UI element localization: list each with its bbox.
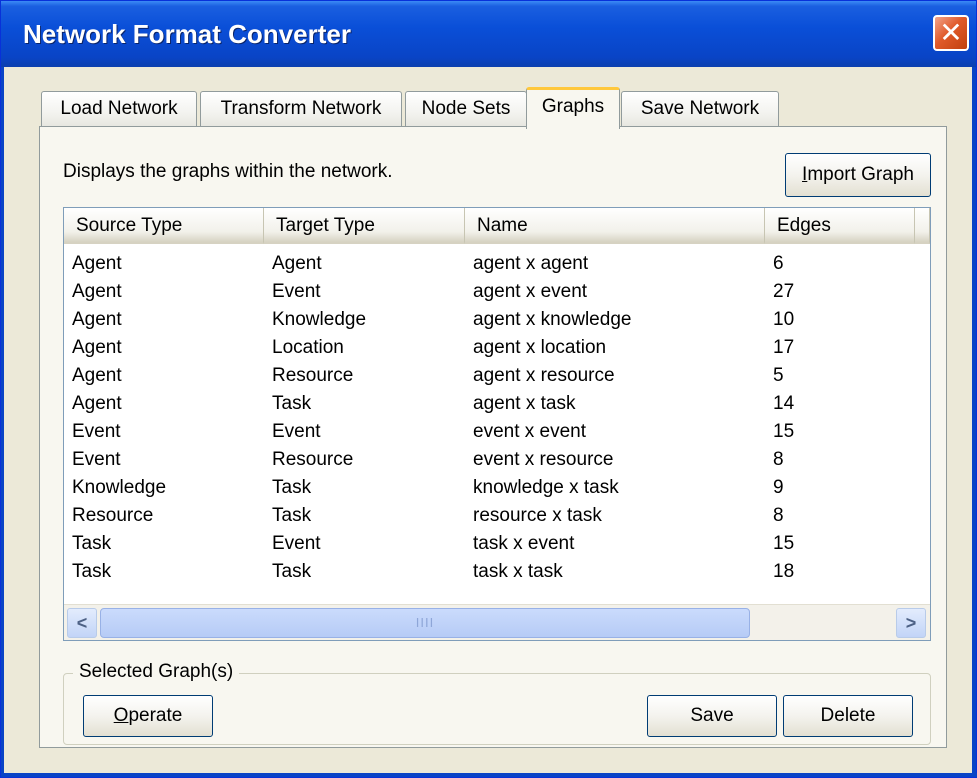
table-cell: 8 bbox=[773, 449, 784, 470]
column-header-edges[interactable]: Edges bbox=[765, 208, 915, 244]
network-format-converter-window: Network Format Converter ✕ Load Network … bbox=[0, 0, 977, 778]
graphs-list[interactable]: Source Type Target Type Name Edges Agent… bbox=[63, 207, 931, 641]
table-cell: Task bbox=[272, 393, 312, 414]
save-button[interactable]: Save bbox=[647, 695, 777, 737]
scroll-right-button[interactable]: > bbox=[896, 608, 926, 638]
tab-save-network[interactable]: Save Network bbox=[621, 91, 779, 127]
table-row[interactable]: Agent Knowledge agent x knowledge 10 bbox=[64, 306, 930, 334]
table-cell: 27 bbox=[773, 281, 795, 302]
table-cell: Task bbox=[272, 477, 312, 498]
table-cell: Agent bbox=[72, 309, 122, 330]
window-frame-left bbox=[1, 67, 4, 777]
title-bar[interactable]: Network Format Converter ✕ bbox=[1, 1, 976, 67]
table-cell: 5 bbox=[773, 365, 784, 386]
table-cell: Event bbox=[272, 421, 321, 442]
table-row[interactable]: Agent Resource agent x resource 5 bbox=[64, 362, 930, 390]
table-row[interactable]: Agent Location agent x location 17 bbox=[64, 334, 930, 362]
window-frame-right bbox=[972, 67, 976, 777]
table-cell: Agent bbox=[72, 281, 122, 302]
close-button[interactable]: ✕ bbox=[933, 15, 969, 51]
table-cell: agent x knowledge bbox=[473, 309, 632, 330]
table-cell: agent x resource bbox=[473, 365, 615, 386]
operate-label: Operate bbox=[113, 705, 183, 726]
import-graph-button[interactable]: Import Graph bbox=[785, 153, 931, 197]
table-cell: Agent bbox=[72, 337, 122, 358]
scroll-left-button[interactable]: < bbox=[67, 608, 97, 638]
horizontal-scrollbar[interactable]: < IIII > bbox=[64, 604, 930, 640]
table-cell: Event bbox=[272, 281, 321, 302]
chevron-left-icon: < bbox=[76, 613, 88, 633]
table-cell: agent x location bbox=[473, 337, 607, 358]
table-cell: event x event bbox=[473, 421, 587, 442]
import-graph-label: Import Graph bbox=[802, 164, 914, 185]
table-cell: task x event bbox=[473, 533, 575, 554]
scrollbar-grip-icon: IIII bbox=[415, 615, 435, 630]
window-frame-bottom bbox=[1, 773, 977, 777]
table-cell: event x resource bbox=[473, 449, 614, 470]
table-cell: Task bbox=[272, 505, 312, 526]
graphs-list-body: Agent Agent agent x agent 6 Agent Event agent … bbox=[64, 250, 930, 586]
table-row[interactable]: Task Task task x task 18 bbox=[64, 558, 930, 586]
operate-button[interactable]: Operate bbox=[83, 695, 213, 737]
table-row[interactable]: Knowledge Task knowledge x task 9 bbox=[64, 474, 930, 502]
table-cell: Agent bbox=[72, 365, 122, 386]
table-row[interactable]: Event Event event x event 15 bbox=[64, 418, 930, 446]
table-row[interactable]: Agent Agent agent x agent 6 bbox=[64, 250, 930, 278]
table-cell: 17 bbox=[773, 337, 795, 358]
table-cell: Event bbox=[272, 533, 321, 554]
table-cell: resource x task bbox=[473, 505, 602, 526]
chevron-right-icon: > bbox=[905, 613, 917, 633]
delete-button[interactable]: Delete bbox=[783, 695, 913, 737]
table-row[interactable]: Event Resource event x resource 8 bbox=[64, 446, 930, 474]
table-row[interactable]: Agent Task agent x task 14 bbox=[64, 390, 930, 418]
table-cell: Resource bbox=[72, 505, 154, 526]
table-row[interactable]: Resource Task resource x task 8 bbox=[64, 502, 930, 530]
table-cell: Resource bbox=[272, 449, 354, 470]
close-icon: ✕ bbox=[939, 17, 963, 48]
column-header-target-type[interactable]: Target Type bbox=[264, 208, 465, 244]
table-cell: 10 bbox=[773, 309, 795, 330]
column-header-extra[interactable] bbox=[915, 208, 930, 244]
tab-load-network[interactable]: Load Network bbox=[41, 91, 197, 127]
table-cell: Knowledge bbox=[72, 477, 167, 498]
table-row[interactable]: Agent Event agent x event 27 bbox=[64, 278, 930, 306]
table-cell: Task bbox=[72, 533, 112, 554]
column-header-source-type[interactable]: Source Type bbox=[64, 208, 264, 244]
table-cell: agent x event bbox=[473, 281, 588, 302]
tab-node-sets[interactable]: Node Sets bbox=[405, 91, 527, 127]
table-cell: Event bbox=[72, 421, 121, 442]
table-cell: Resource bbox=[272, 365, 354, 386]
table-cell: 15 bbox=[773, 421, 795, 442]
table-cell: 9 bbox=[773, 477, 784, 498]
table-cell: 18 bbox=[773, 561, 795, 582]
table-cell: 14 bbox=[773, 393, 795, 414]
table-cell: agent x agent bbox=[473, 253, 589, 274]
table-cell: agent x task bbox=[473, 393, 576, 414]
table-cell: Agent bbox=[272, 253, 322, 274]
table-cell: Event bbox=[72, 449, 121, 470]
panel-description: Displays the graphs within the network. bbox=[63, 161, 393, 182]
table-cell: task x task bbox=[473, 561, 563, 582]
table-cell: Task bbox=[72, 561, 112, 582]
table-cell: Location bbox=[272, 337, 344, 358]
table-cell: 15 bbox=[773, 533, 795, 554]
table-row[interactable]: Task Event task x event 15 bbox=[64, 530, 930, 558]
tab-graphs[interactable]: Graphs bbox=[526, 87, 620, 129]
graphs-list-header: Source Type Target Type Name Edges bbox=[64, 208, 930, 244]
window-title: Network Format Converter bbox=[23, 19, 351, 49]
selected-graphs-label: Selected Graph(s) bbox=[73, 661, 240, 683]
tab-transform-network[interactable]: Transform Network bbox=[200, 91, 402, 127]
table-cell: Knowledge bbox=[272, 309, 367, 330]
scrollbar-thumb[interactable]: IIII bbox=[100, 608, 750, 638]
table-cell: knowledge x task bbox=[473, 477, 619, 498]
table-cell: Agent bbox=[72, 393, 122, 414]
table-cell: Agent bbox=[72, 253, 122, 274]
table-cell: 8 bbox=[773, 505, 784, 526]
table-cell: Task bbox=[272, 561, 312, 582]
column-header-name[interactable]: Name bbox=[465, 208, 765, 244]
table-cell: 6 bbox=[773, 253, 784, 274]
